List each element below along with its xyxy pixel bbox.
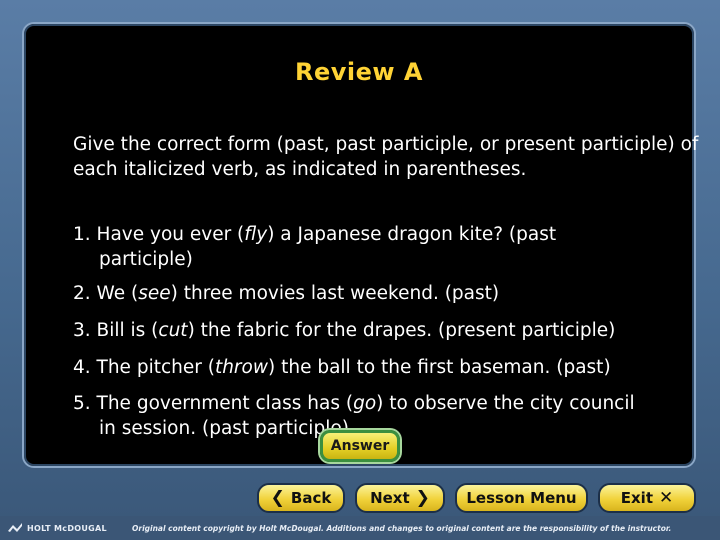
question-1: 1. Have you ever (fly) a Japanese dragon…: [73, 224, 557, 270]
footer-bar: HOLT McDOUGAL Original content copyright…: [0, 516, 720, 540]
chevron-left-icon: ❮: [270, 487, 285, 508]
question-4: 4. The pitcher (throw) the ball to the f…: [73, 357, 611, 378]
slide-title: Review A: [294, 58, 423, 86]
question-2: 2. We (see) three movies last weekend. (…: [73, 283, 500, 304]
publisher-brand: HOLT McDOUGAL: [8, 523, 118, 533]
next-button[interactable]: Next ❯: [355, 483, 445, 513]
close-icon: ✕: [658, 487, 674, 508]
copyright-text: Original content copyright by Holt McDou…: [132, 523, 672, 533]
answer-button[interactable]: Answer: [320, 430, 400, 462]
back-button[interactable]: ❮ Back: [257, 483, 345, 513]
content-panel: Review A Give the correct form (past, pa…: [22, 22, 698, 468]
holt-mcdougal-logo-icon: [8, 523, 22, 532]
instructions-text: Give the correct form (past, past partic…: [73, 134, 699, 180]
lesson-menu-button[interactable]: Lesson Menu: [455, 483, 588, 513]
question-3: 3. Bill is (cut) the fabric for the drap…: [73, 320, 616, 341]
exit-button[interactable]: Exit ✕: [598, 483, 696, 513]
italic-verb: fly: [244, 224, 268, 245]
italic-verb: see: [138, 283, 171, 304]
italic-verb: throw: [214, 357, 268, 378]
chevron-right-icon: ❯: [415, 487, 430, 508]
italic-verb: cut: [158, 320, 188, 341]
italic-verb: go: [353, 393, 377, 414]
